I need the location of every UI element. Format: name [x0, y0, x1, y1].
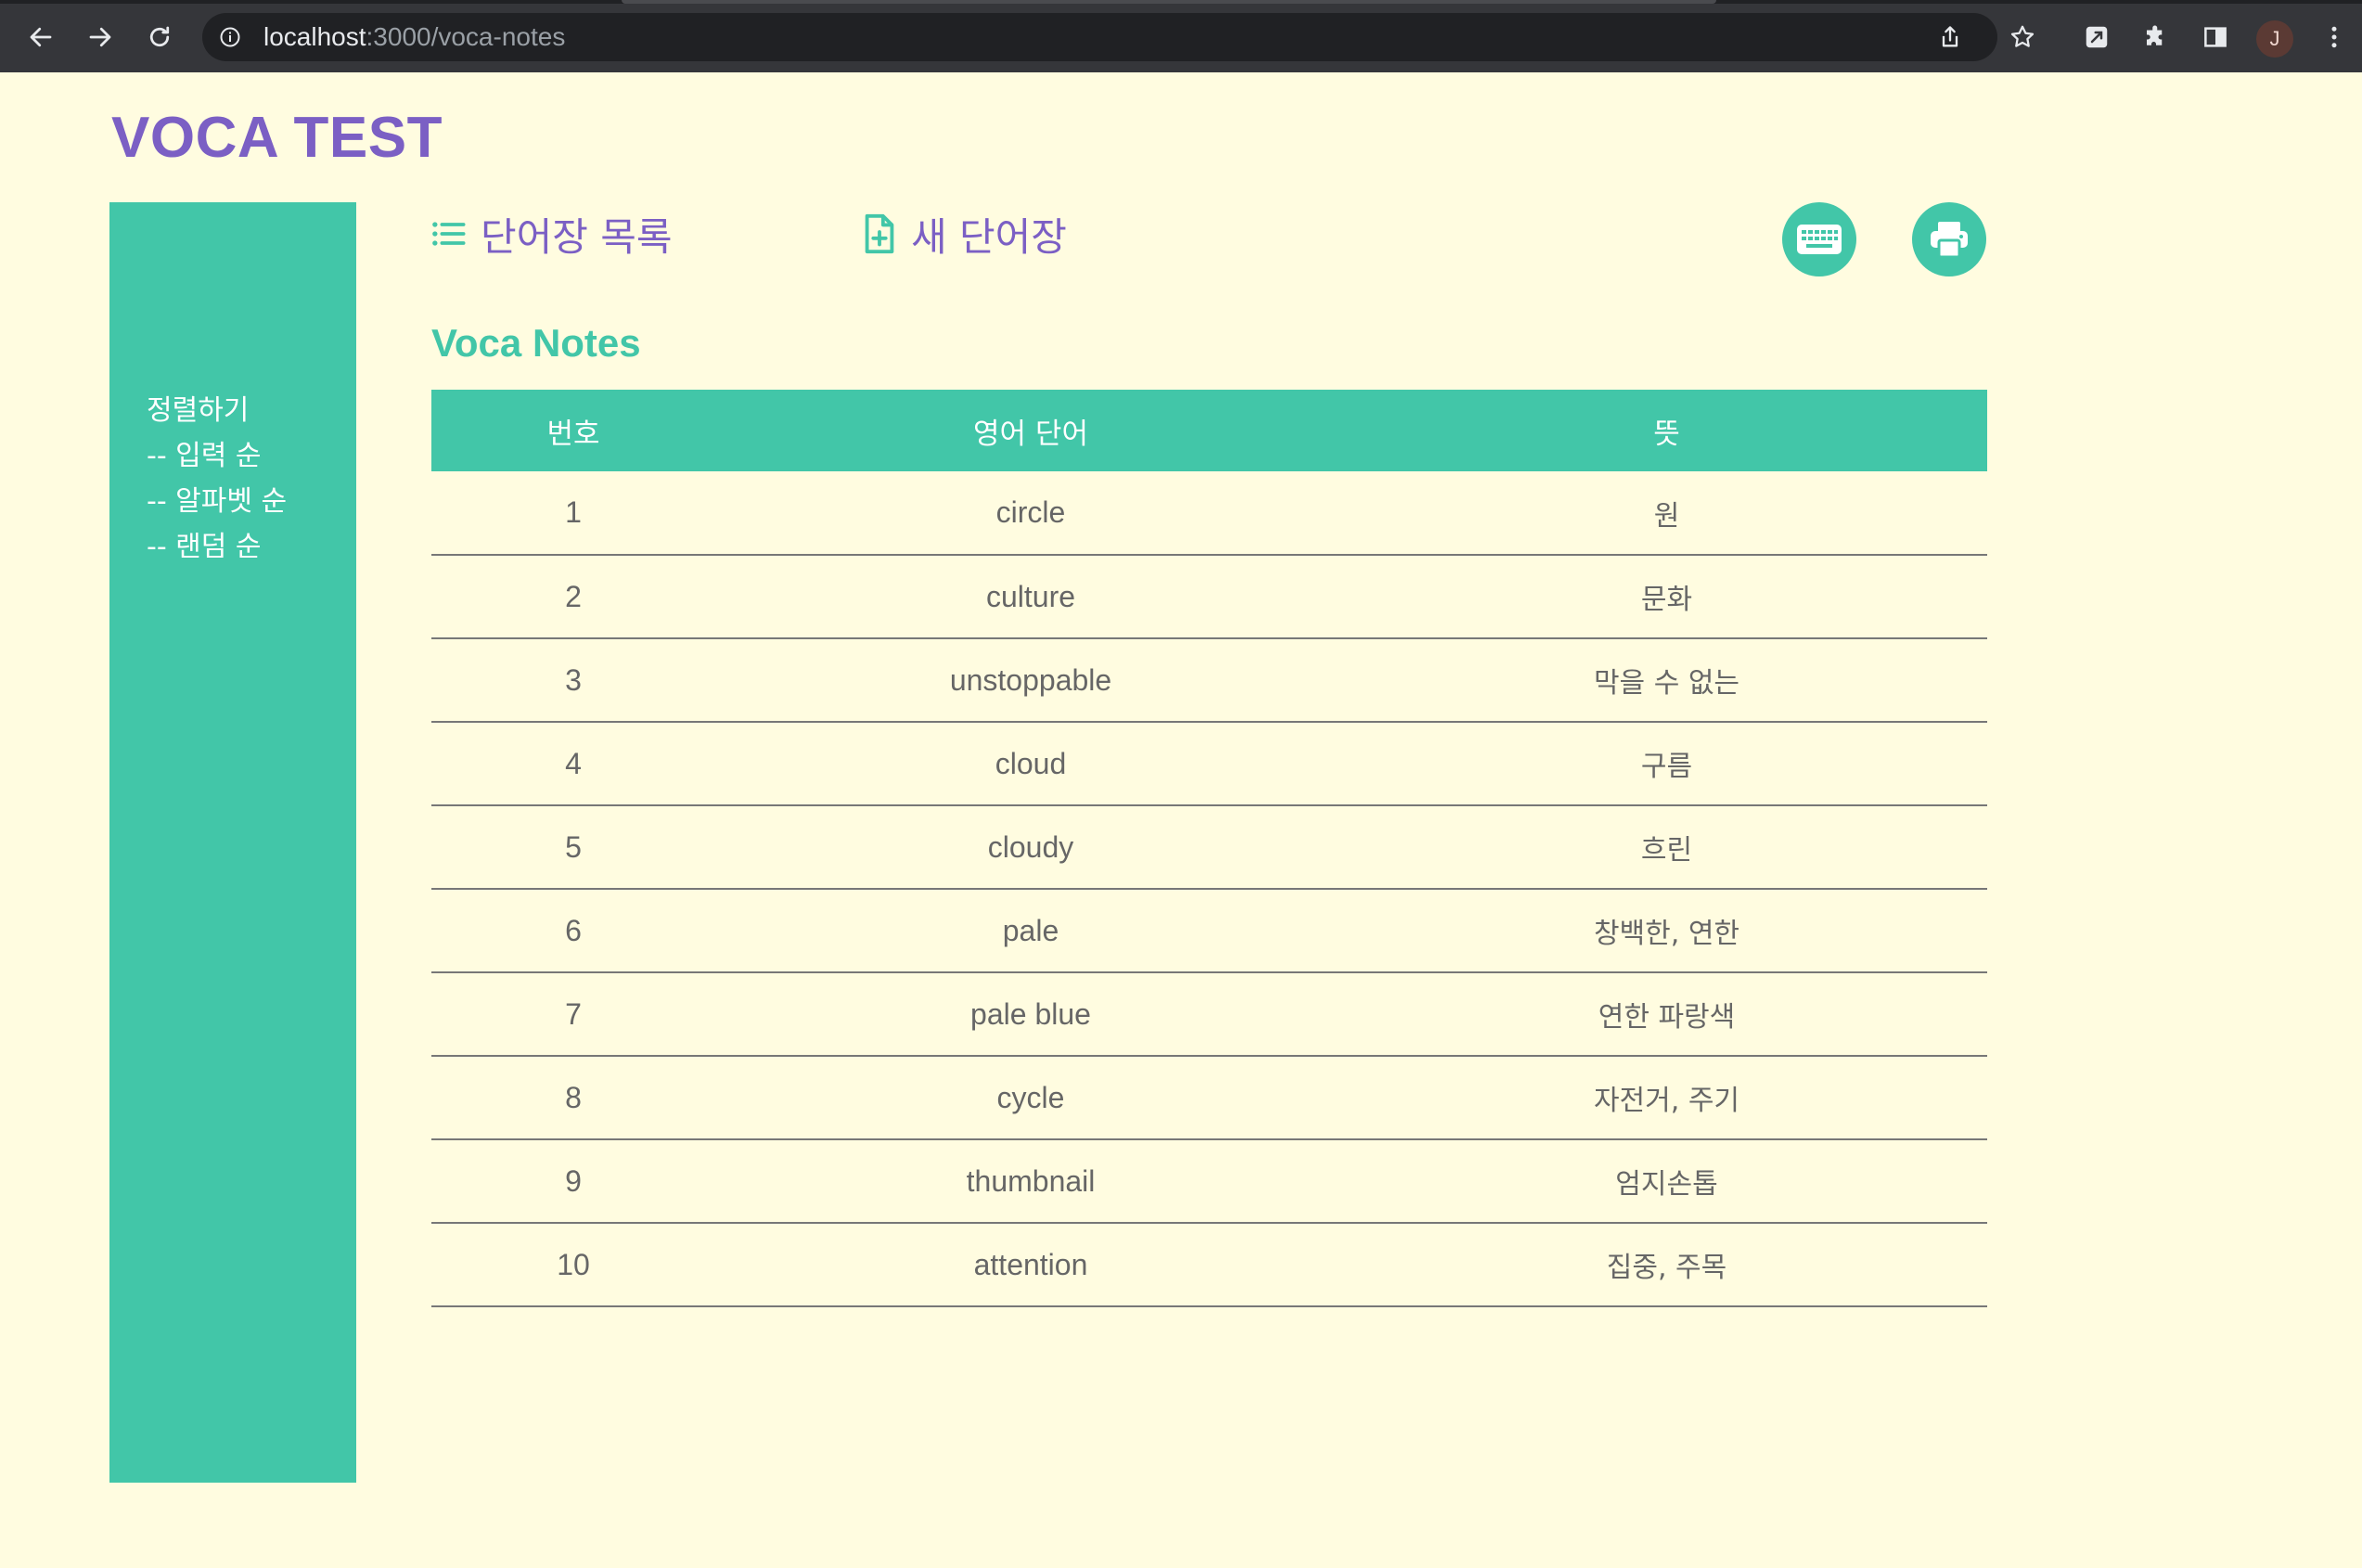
star-icon	[2010, 25, 2035, 47]
table-row[interactable]: 3 unstoppable 막을 수 없는	[431, 638, 1987, 723]
cell-number: 9	[431, 1139, 715, 1224]
new-voca-label: 새 단어장	[911, 213, 1067, 260]
sort-by-random[interactable]: -- 랜덤 순	[147, 524, 287, 570]
url-host: localhost	[263, 22, 366, 51]
cell-word: cloudy	[715, 805, 1346, 890]
column-header-meaning: 뜻	[1653, 417, 1680, 451]
voca-list-link[interactable]: 단어장 목록	[429, 206, 673, 262]
cell-word: attention	[715, 1223, 1346, 1307]
browser-toolbar: localhost:3000/voca-notes J	[0, 0, 2362, 72]
forward-button[interactable]	[80, 17, 121, 58]
cell-word: cloud	[715, 722, 1346, 806]
table-row[interactable]: 1 circle 원	[431, 471, 1987, 556]
arrow-left-icon	[30, 27, 52, 47]
cell-meaning: 막을 수 없는	[1346, 638, 1987, 723]
column-header-word: 영어 단어	[973, 417, 1088, 451]
share-button[interactable]	[1930, 17, 1970, 58]
cell-number: 1	[431, 471, 715, 556]
cell-meaning: 집중, 주목	[1346, 1223, 1987, 1307]
print-button[interactable]	[1912, 202, 1986, 276]
new-voca-link[interactable]: 새 단어장	[861, 206, 1067, 262]
reload-icon	[149, 26, 170, 47]
side-panel-icon	[2204, 27, 2227, 47]
list-icon	[432, 222, 466, 246]
more-vertical-icon	[2331, 26, 2337, 48]
cell-number: 8	[431, 1056, 715, 1140]
table-row[interactable]: 8 cycle 자전거, 주기	[431, 1056, 1987, 1140]
cell-meaning: 흐린	[1346, 805, 1987, 890]
cell-meaning: 창백한, 연한	[1346, 889, 1987, 973]
cell-meaning: 자전거, 주기	[1346, 1056, 1987, 1140]
browser-menu-button[interactable]	[2314, 17, 2355, 58]
cell-word: circle	[715, 471, 1346, 556]
sidebar: 정렬하기 -- 입력 순 -- 알파벳 순 -- 랜덤 순	[109, 202, 356, 1483]
table-header-row: 번호 영어 단어 뜻	[431, 390, 1987, 471]
column-header-number: 번호	[546, 417, 600, 451]
table-row[interactable]: 10 attention 집중, 주목	[431, 1223, 1987, 1307]
active-tab[interactable]	[622, 0, 1716, 4]
url-text[interactable]: localhost:3000/voca-notes	[263, 22, 565, 52]
info-icon[interactable]	[219, 26, 241, 48]
cell-meaning: 엄지손톱	[1346, 1139, 1987, 1224]
voca-table: 번호 영어 단어 뜻 1 circle 원 2 culture 문화 3 unstoppa…	[431, 390, 1987, 1307]
puzzle-icon	[2147, 25, 2163, 45]
reload-button[interactable]	[139, 17, 180, 58]
cell-word: cycle	[715, 1056, 1346, 1140]
table-row[interactable]: 2 culture 문화	[431, 555, 1987, 639]
cell-number: 10	[431, 1223, 715, 1307]
sort-by-alphabet[interactable]: -- 알파벳 순	[147, 479, 287, 524]
extensions-menu-button[interactable]	[2136, 17, 2176, 58]
cell-word: pale blue	[715, 972, 1346, 1057]
table-row[interactable]: 7 pale blue 연한 파랑색	[431, 972, 1987, 1057]
share-icon	[1942, 26, 1958, 47]
print-icon	[1931, 222, 1968, 259]
cell-number: 2	[431, 555, 715, 639]
profile-avatar[interactable]: J	[2256, 20, 2293, 58]
url-path: :3000/voca-notes	[366, 22, 566, 51]
extension-button[interactable]	[2076, 17, 2117, 58]
back-button[interactable]	[20, 17, 61, 58]
cell-number: 6	[431, 889, 715, 973]
table-row[interactable]: 5 cloudy 흐린	[431, 805, 1987, 890]
cell-word: unstoppable	[715, 638, 1346, 723]
table-row[interactable]: 6 pale 창백한, 연한	[431, 889, 1987, 973]
sort-heading: 정렬하기	[147, 394, 250, 427]
table-body: 1 circle 원 2 culture 문화 3 unstoppable 막을 수 없는 …	[431, 471, 1987, 1307]
table-row[interactable]: 4 cloud 구름	[431, 722, 1987, 806]
cell-word: pale	[715, 889, 1346, 973]
sort-menu: 정렬하기 -- 입력 순 -- 알파벳 순 -- 랜덤 순	[147, 388, 287, 570]
address-bar[interactable]: localhost:3000/voca-notes	[202, 13, 1997, 61]
file-plus-icon	[865, 213, 894, 254]
table-header: 번호 영어 단어 뜻	[431, 390, 1987, 471]
cell-number: 4	[431, 722, 715, 806]
bookmark-button[interactable]	[2002, 17, 2043, 58]
sort-by-input-order[interactable]: -- 입력 순	[147, 433, 287, 479]
cell-meaning: 원	[1346, 471, 1987, 556]
keyboard-icon	[1797, 225, 1842, 254]
cell-meaning: 연한 파랑색	[1346, 972, 1987, 1057]
cell-word: thumbnail	[715, 1139, 1346, 1224]
keyboard-button[interactable]	[1782, 202, 1856, 276]
voca-list-label: 단어장 목록	[481, 213, 673, 260]
cell-number: 3	[431, 638, 715, 723]
cell-number: 7	[431, 972, 715, 1057]
extension-app-icon	[2086, 26, 2108, 48]
cell-word: culture	[715, 555, 1346, 639]
cell-number: 5	[431, 805, 715, 890]
page-title: Voca Notes	[431, 321, 641, 365]
table-row[interactable]: 9 thumbnail 엄지손톱	[431, 1139, 1987, 1224]
side-panel-button[interactable]	[2195, 17, 2236, 58]
cell-meaning: 구름	[1346, 722, 1987, 806]
cell-meaning: 문화	[1346, 555, 1987, 639]
arrow-right-icon	[89, 27, 111, 47]
app-title[interactable]: VOCA TEST	[111, 104, 443, 173]
